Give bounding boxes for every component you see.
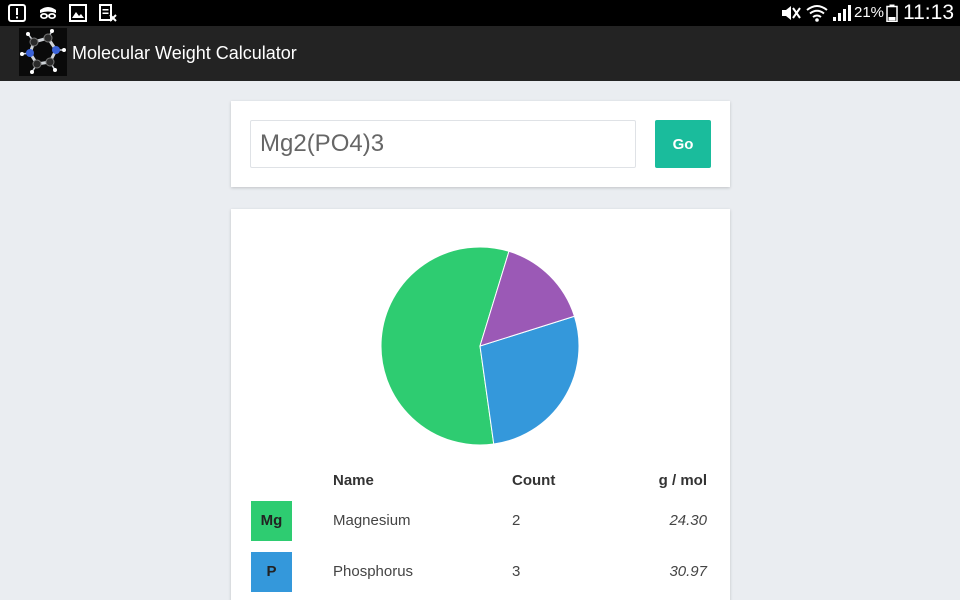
element-name: Phosphorus (333, 563, 414, 580)
header-name: Name (333, 472, 374, 489)
wifi-icon (806, 5, 828, 22)
clock: 11:13 (903, 1, 954, 24)
element-count: 2 (512, 512, 521, 529)
element-weight: 30.97 (669, 563, 707, 580)
signal-icon (833, 5, 851, 21)
composition-pie-chart (380, 246, 580, 446)
image-icon (69, 4, 87, 22)
element-count: 3 (512, 563, 521, 580)
header-weight: g / mol (658, 472, 707, 489)
molecule-icon (20, 29, 66, 74)
status-bar: 21% 11:13 (0, 0, 960, 26)
app-title: Molecular Weight Calculator (72, 43, 297, 63)
results-card: Name Count g / mol Mg Magnesium 2 24.30 … (231, 209, 730, 600)
download-alert-icon (8, 4, 26, 22)
mute-icon (782, 6, 801, 20)
action-bar: Molecular Weight Calculator (0, 26, 960, 81)
element-weight: 24.30 (669, 512, 707, 529)
document-close-icon (99, 4, 117, 22)
app-logo[interactable] (19, 28, 67, 76)
element-swatch: Mg (251, 501, 292, 541)
battery-percent: 21% (854, 4, 885, 21)
element-swatch: P (251, 552, 292, 592)
formula-card: Go (231, 101, 730, 187)
go-button[interactable]: Go (655, 120, 711, 168)
incognito-mask-icon (40, 7, 56, 19)
table-row: P Phosphorus 3 30.97 (231, 552, 730, 593)
header-count: Count (512, 472, 556, 489)
formula-input[interactable] (250, 120, 636, 168)
table-row: Mg Magnesium 2 24.30 (231, 501, 730, 542)
battery-icon (886, 4, 898, 22)
element-name: Magnesium (333, 512, 411, 529)
